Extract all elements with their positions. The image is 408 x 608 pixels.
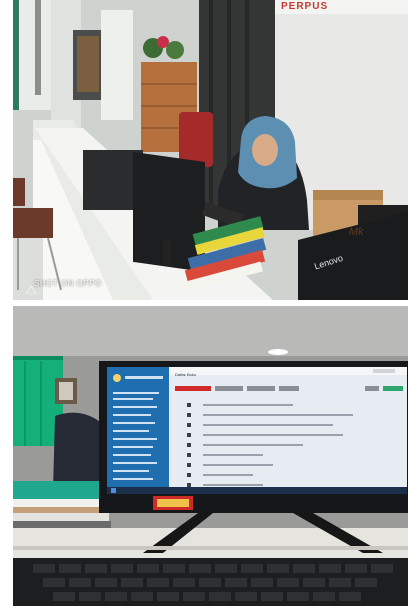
library-desk-photo: PERPUS Lenovo Mk SHOT ON OPPO: [13, 0, 408, 300]
camera-icon: [25, 281, 37, 295]
library-desk-scene: [13, 0, 408, 300]
computer-scene: [13, 306, 408, 606]
camera-watermark: SHOT ON OPPO: [34, 279, 102, 288]
library-computer-photo: Daftar Buku: [13, 306, 408, 606]
box-label: Mk: [349, 226, 364, 238]
library-sign: PERPUS: [281, 1, 329, 12]
screen-page-title: Daftar Buku: [175, 372, 197, 377]
